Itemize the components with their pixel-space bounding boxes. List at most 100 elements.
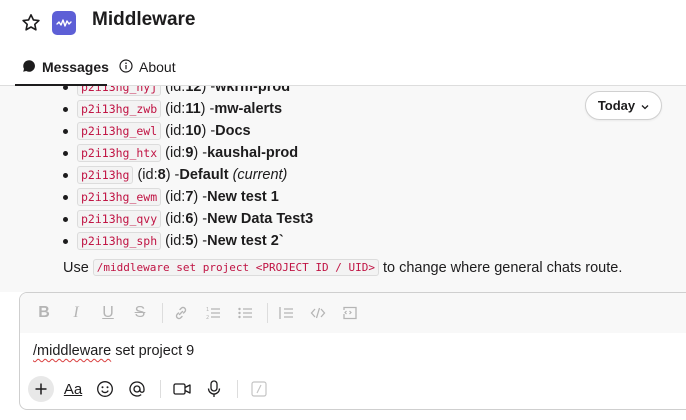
list-item: p2i13hg_ewm (id: 7) - New test 1	[62, 186, 313, 208]
id-close: ) -	[193, 145, 208, 161]
tab-about[interactable]: About	[119, 57, 176, 77]
code-block-icon[interactable]	[338, 301, 362, 325]
bullet-icon	[63, 238, 68, 244]
project-code: p2i13hg_ewl	[77, 122, 162, 140]
chevron-down-icon	[641, 98, 649, 113]
project-name: New test 1	[207, 189, 279, 205]
current-tag: (current)	[232, 167, 288, 183]
blockquote-icon[interactable]	[274, 301, 298, 325]
input-rest: set project 9	[111, 343, 195, 359]
svg-text:2: 2	[206, 315, 209, 321]
middleware-logo-icon	[52, 11, 76, 35]
project-name: kaushal-prod	[207, 145, 299, 161]
project-name: New test 2`	[207, 233, 284, 249]
bullet-icon	[63, 194, 68, 200]
project-name: Default	[179, 167, 229, 183]
project-code: p2i13hg_sph	[77, 232, 162, 250]
message-bubble-icon	[22, 59, 36, 76]
bullet-icon	[63, 150, 68, 156]
tab-bar: Messages About	[0, 48, 686, 86]
id-close: ) -	[201, 86, 216, 95]
toolbar-divider	[160, 380, 161, 398]
id-close: ) -	[193, 211, 208, 227]
bullet-icon	[63, 86, 68, 90]
bullet-icon	[63, 128, 68, 134]
list-item: p2i13hg_ewl (id: 10) - Docs	[62, 120, 313, 142]
id-prefix: (id:	[165, 189, 186, 205]
list-item: p2i13hg_htx (id: 9) - kaushal-prod	[62, 142, 313, 164]
message-composer[interactable]: B I U S 12 /middleware set project 9 Aa	[19, 292, 686, 410]
project-id: 12	[185, 86, 202, 95]
toolbar-divider	[162, 303, 163, 323]
app-title: Middleware	[92, 9, 196, 30]
info-icon	[119, 58, 133, 76]
slash-command-icon[interactable]	[246, 376, 272, 402]
usage-hint: Use /middleware set project <PROJECT ID …	[63, 259, 622, 276]
project-id: 11	[185, 101, 201, 117]
formatting-toolbar: B I U S 12	[20, 293, 686, 333]
list-item: p2i13hg_zwb (id: 11) - mw-alerts	[62, 98, 313, 120]
text-format-icon[interactable]: Aa	[60, 376, 86, 402]
bullet-icon	[63, 106, 68, 112]
id-prefix: (id:	[165, 211, 186, 227]
date-jump-button[interactable]: Today	[585, 91, 662, 120]
message-list[interactable]: p2i13hg_nyj (id: 12) - wkrm-prod p2i13hg…	[0, 86, 686, 292]
mention-icon[interactable]	[124, 376, 150, 402]
id-prefix: (id:	[165, 123, 186, 139]
bulleted-list-icon[interactable]	[233, 301, 257, 325]
strikethrough-icon[interactable]: S	[128, 301, 152, 325]
project-id: 7	[185, 189, 194, 205]
id-close: ) -	[193, 189, 208, 205]
composer-actions: Aa	[28, 375, 278, 403]
code-icon[interactable]	[306, 301, 330, 325]
microphone-icon[interactable]	[201, 376, 227, 402]
misspelled-word: /middleware	[33, 343, 112, 359]
usage-command: /middleware set project <PROJECT ID / UI…	[92, 259, 379, 276]
project-name: New Data Test3	[207, 211, 314, 227]
bold-icon[interactable]: B	[32, 301, 56, 325]
project-id: 5	[185, 233, 194, 249]
emoji-icon[interactable]	[92, 376, 118, 402]
project-id: 8	[157, 167, 166, 183]
project-name: Docs	[215, 123, 251, 139]
list-item: p2i13hg_qvy (id: 6) - New Data Test3	[62, 208, 313, 230]
project-code: p2i13hg_zwb	[77, 100, 162, 118]
project-id: 9	[185, 145, 194, 161]
tab-messages[interactable]: Messages	[22, 57, 109, 77]
message-input[interactable]: /middleware set project 9	[33, 343, 194, 359]
star-icon[interactable]	[21, 13, 41, 33]
id-prefix: (id:	[165, 101, 186, 117]
channel-header: Middleware	[0, 0, 686, 48]
toolbar-divider	[267, 303, 268, 323]
svg-text:1: 1	[206, 307, 209, 313]
plus-icon[interactable]	[28, 376, 54, 402]
tab-label: Messages	[42, 59, 109, 75]
id-close: ) -	[193, 233, 208, 249]
project-code: p2i13hg_ewm	[77, 188, 162, 206]
id-prefix: (id:	[165, 233, 186, 249]
video-icon[interactable]	[169, 376, 195, 402]
project-code: p2i13hg_nyj	[77, 86, 162, 96]
id-prefix: (id:	[137, 167, 158, 183]
link-icon[interactable]	[169, 301, 193, 325]
project-code: p2i13hg_htx	[77, 144, 162, 162]
id-prefix: (id:	[165, 145, 186, 161]
italic-icon[interactable]: I	[64, 301, 88, 325]
id-close: ) -	[201, 123, 216, 139]
ordered-list-icon[interactable]: 12	[201, 301, 225, 325]
project-name: wkrm-prod	[215, 86, 291, 95]
bullet-icon	[63, 172, 68, 178]
project-code: p2i13hg_qvy	[77, 210, 162, 228]
project-id: 6	[185, 211, 194, 227]
project-name: mw-alerts	[214, 101, 283, 117]
tab-label: About	[139, 59, 176, 75]
id-close: ) -	[200, 101, 215, 117]
usage-suffix: to change where general chats route.	[382, 259, 623, 276]
list-item: p2i13hg_nyj (id: 12) - wkrm-prod	[62, 86, 313, 98]
date-label: Today	[597, 98, 636, 113]
id-prefix: (id:	[165, 86, 186, 95]
list-item: p2i13hg (id: 8) - Default (current)	[62, 164, 313, 186]
project-list: p2i13hg_nyj (id: 12) - wkrm-prod p2i13hg…	[62, 86, 313, 252]
project-code: p2i13hg	[77, 166, 134, 184]
underline-icon[interactable]: U	[96, 301, 120, 325]
